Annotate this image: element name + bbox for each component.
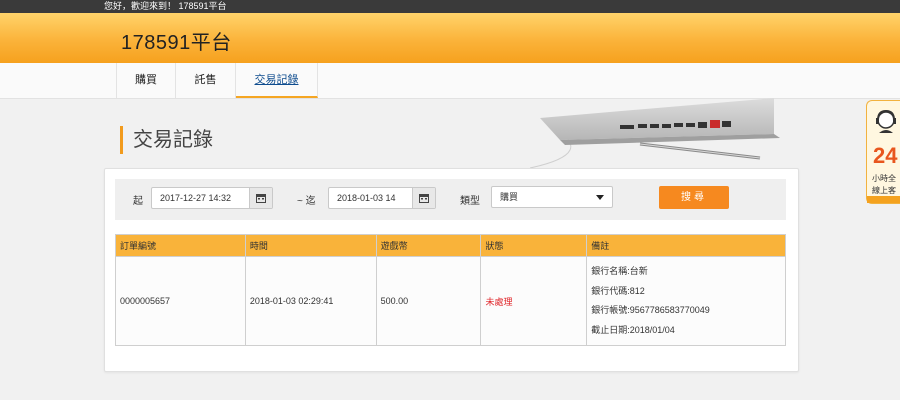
table-header-row: 訂單編號 時間 遊戲幣 狀態 備註 — [115, 234, 786, 257]
note-bank-name: 銀行名稱:台新 — [591, 266, 648, 276]
from-date-value: 2017-12-27 14:32 — [160, 193, 232, 203]
laptop-illustration — [529, 98, 780, 168]
nav-consign[interactable]: 託售 — [176, 63, 236, 98]
order-no-cell: 0000005657 — [115, 256, 246, 346]
to-date-field[interactable]: 2018-01-03 14 — [328, 187, 436, 209]
note-bank-code: 銀行代碼:812 — [591, 285, 645, 296]
search-button[interactable]: 搜尋 — [659, 186, 729, 209]
col-status: 狀態 — [480, 234, 588, 257]
time-cell: 2018-01-03 02:29:41 — [244, 256, 377, 346]
note-deadline: 截止日期:2018/01/04 — [591, 324, 675, 335]
coins-cell: 500.00 — [375, 256, 482, 346]
status-cell: 未處理 — [480, 256, 588, 346]
top-bar: 您好，歡迎來到！ 178591平台 — [0, 0, 900, 13]
support-agent-icon — [876, 109, 896, 133]
page-title: 交易記錄 — [120, 126, 213, 154]
to-date-value: 2018-01-03 14 — [337, 193, 396, 203]
records-table: 訂單編號 時間 遊戲幣 狀態 備註 0000005657 2018-01-03 … — [115, 234, 786, 346]
greeting-text: 您好，歡迎來到！ 178591平台 — [104, 1, 227, 11]
type-label: 類型 — [460, 196, 480, 207]
header: 178591平台 — [0, 13, 900, 63]
widget-line-2: 線上客 — [872, 186, 896, 195]
from-label: 起 — [133, 196, 143, 207]
type-select[interactable]: 購買 — [491, 186, 613, 208]
calendar-icon[interactable] — [249, 188, 272, 208]
from-date-field[interactable]: 2017-12-27 14:32 — [151, 187, 273, 209]
calendar-icon[interactable] — [412, 188, 435, 208]
col-notes: 備註 — [586, 234, 786, 257]
main-nav: 購買 託售 交易記錄 — [0, 63, 900, 99]
type-select-value: 購買 — [500, 192, 519, 202]
col-coins: 遊戲幣 — [375, 234, 482, 257]
brand-logo[interactable]: 178591平台 — [121, 26, 232, 55]
col-time: 時間 — [244, 234, 377, 257]
widget-stripe — [867, 196, 900, 203]
nav-buy[interactable]: 購買 — [116, 63, 176, 98]
hours-number: 24 — [873, 143, 898, 168]
notes-cell: 銀行名稱:台新 銀行代碼:812 銀行帳號:9567786583770049 截… — [586, 256, 786, 346]
chevron-down-icon — [596, 195, 604, 200]
col-order-no: 訂單編號 — [115, 234, 246, 257]
to-label: ~ 迄 — [297, 196, 316, 207]
table-row: 0000005657 2018-01-03 02:29:41 500.00 未處… — [115, 256, 786, 346]
nav-transaction-records[interactable]: 交易記錄 — [236, 63, 318, 98]
customer-service-widget[interactable]: 24 小時全 線上客 — [866, 100, 900, 204]
widget-line-1: 小時全 — [872, 174, 896, 183]
note-bank-account: 銀行帳號:9567786583770049 — [591, 305, 710, 315]
